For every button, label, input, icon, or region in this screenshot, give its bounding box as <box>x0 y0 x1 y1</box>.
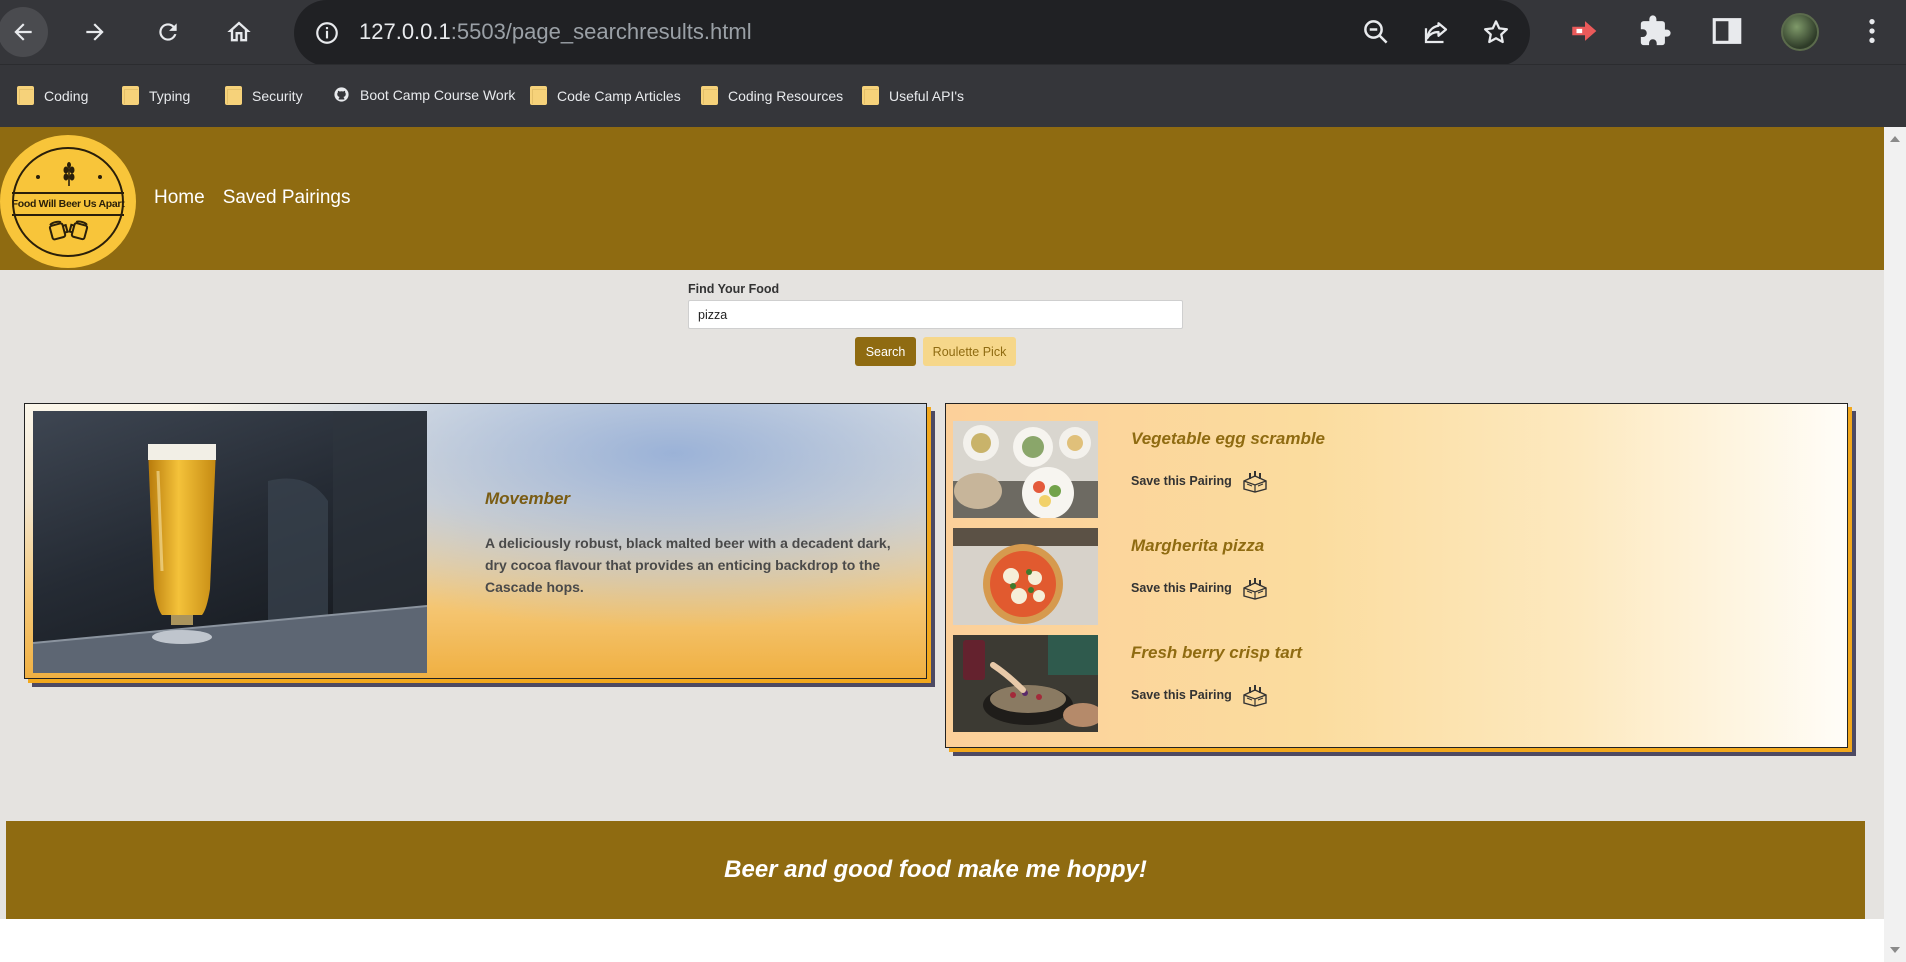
food-name: Fresh berry crisp tart <box>1131 643 1303 662</box>
scroll-down-arrow-icon[interactable] <box>1890 947 1900 953</box>
url-text[interactable]: 127.0.0.1:5503/page_searchresults.html <box>359 19 752 45</box>
share-icon[interactable] <box>1421 17 1451 47</box>
bookmark-coding[interactable]: Coding <box>17 86 88 105</box>
folder-icon <box>122 86 139 105</box>
puzzle-icon[interactable] <box>1638 14 1672 48</box>
bookmark-code-camp[interactable]: Code Camp Articles <box>530 86 681 105</box>
forward-button[interactable] <box>70 7 120 57</box>
bookmark-boot-camp[interactable]: Boot Camp Course Work <box>333 86 515 103</box>
berry-tart-image <box>953 635 1098 732</box>
site-header: Food Will Beer Us Apart Home Saved Pairi… <box>0 127 1884 270</box>
bookmarks-bar: Coding Typing Security Boot Camp Course … <box>0 64 1906 127</box>
food-item: Fresh berry crisp tart Save this Pairing <box>953 635 1833 732</box>
folder-icon <box>530 86 547 105</box>
search-input[interactable] <box>688 300 1183 329</box>
github-icon <box>334 87 349 102</box>
save-pairing-button[interactable]: Save this Pairing <box>1131 469 1268 493</box>
bookmark-coding-resources[interactable]: Coding Resources <box>701 86 843 105</box>
food-item: Vegetable egg scramble Save this Pairing <box>953 421 1833 518</box>
site-logo[interactable]: Food Will Beer Us Apart <box>0 135 136 268</box>
folder-icon <box>17 86 34 105</box>
food-photo <box>953 635 1098 732</box>
beer-glass-image <box>33 411 427 673</box>
page-bottom <box>0 919 1884 962</box>
beer-photo <box>33 411 427 673</box>
star-icon[interactable] <box>1481 17 1511 47</box>
food-photo <box>953 421 1098 518</box>
beer-description: A deliciously robust, black malted beer … <box>485 535 891 595</box>
home-icon <box>227 21 251 42</box>
back-button[interactable] <box>0 7 48 57</box>
save-pairing-label: Save this Pairing <box>1131 688 1232 702</box>
extension-red-icon[interactable] <box>1568 14 1602 48</box>
folder-icon <box>862 86 879 105</box>
reload-icon <box>159 23 177 41</box>
bookmark-typing[interactable]: Typing <box>122 86 190 105</box>
beer-name: Movember <box>485 489 571 508</box>
folder-icon <box>701 86 718 105</box>
food-name: Vegetable egg scramble <box>1131 429 1326 448</box>
folder-icon <box>225 86 242 105</box>
bookmark-security[interactable]: Security <box>225 86 303 105</box>
bookmark-useful-apis[interactable]: Useful API's <box>862 86 964 105</box>
browser-toolbar: 127.0.0.1:5503/page_searchresults.html <box>0 0 1906 66</box>
beer-crate-icon[interactable] <box>1242 576 1268 600</box>
info-icon[interactable] <box>314 20 340 46</box>
roulette-pick-button[interactable]: Roulette Pick <box>923 337 1016 366</box>
wheat-icon <box>63 161 75 186</box>
page-scrollbar[interactable] <box>1884 127 1906 962</box>
reload-button[interactable] <box>143 7 193 57</box>
food-name: Margherita pizza <box>1131 536 1265 555</box>
zoom-out-icon[interactable] <box>1361 17 1391 47</box>
save-pairing-label: Save this Pairing <box>1131 474 1232 488</box>
food-photo <box>953 528 1098 625</box>
search-form: Find Your Food <box>688 282 1183 329</box>
save-pairing-button[interactable]: Save this Pairing <box>1131 576 1268 600</box>
page-viewport: Food Will Beer Us Apart Home Saved Pairi… <box>0 127 1884 962</box>
nav-saved-pairings-link[interactable]: Saved Pairings <box>223 187 351 209</box>
food-item: Margherita pizza Save this Pairing <box>953 528 1833 625</box>
side-panel-icon[interactable] <box>1710 14 1744 48</box>
site-footer: Beer and good food make me hoppy! <box>6 821 1865 919</box>
address-bar[interactable]: 127.0.0.1:5503/page_searchresults.html <box>294 0 1530 66</box>
logo-dot <box>98 174 102 179</box>
save-pairing-button[interactable]: Save this Pairing <box>1131 683 1268 707</box>
beer-crate-icon[interactable] <box>1242 469 1268 493</box>
home-button[interactable] <box>214 7 264 57</box>
logo-badge: Food Will Beer Us Apart <box>12 146 125 257</box>
beer-crate-icon[interactable] <box>1242 683 1268 707</box>
logo-dot <box>36 174 40 179</box>
search-label: Find Your Food <box>688 282 780 296</box>
footer-tagline: Beer and good food make me hoppy! <box>724 856 1147 883</box>
egg-scramble-image <box>953 421 1098 518</box>
more-menu-icon[interactable] <box>1856 14 1888 48</box>
beer-card: Movember A deliciously robust, black mal… <box>24 403 927 679</box>
profile-avatar[interactable] <box>1781 13 1819 51</box>
site-nav: Home Saved Pairings <box>154 187 350 209</box>
save-pairing-label: Save this Pairing <box>1131 581 1232 595</box>
logo-text: Food Will Beer Us Apart <box>12 191 125 216</box>
scroll-up-arrow-icon[interactable] <box>1890 136 1900 142</box>
nav-home-link[interactable]: Home <box>154 187 205 209</box>
arrow-left-icon <box>14 23 32 41</box>
arrow-right-icon <box>86 23 104 41</box>
beer-mugs-icon <box>48 219 89 240</box>
margherita-pizza-image <box>953 528 1098 625</box>
food-pairings-card: Vegetable egg scramble Save this Pairing… <box>945 403 1848 748</box>
search-button[interactable]: Search <box>855 337 916 366</box>
